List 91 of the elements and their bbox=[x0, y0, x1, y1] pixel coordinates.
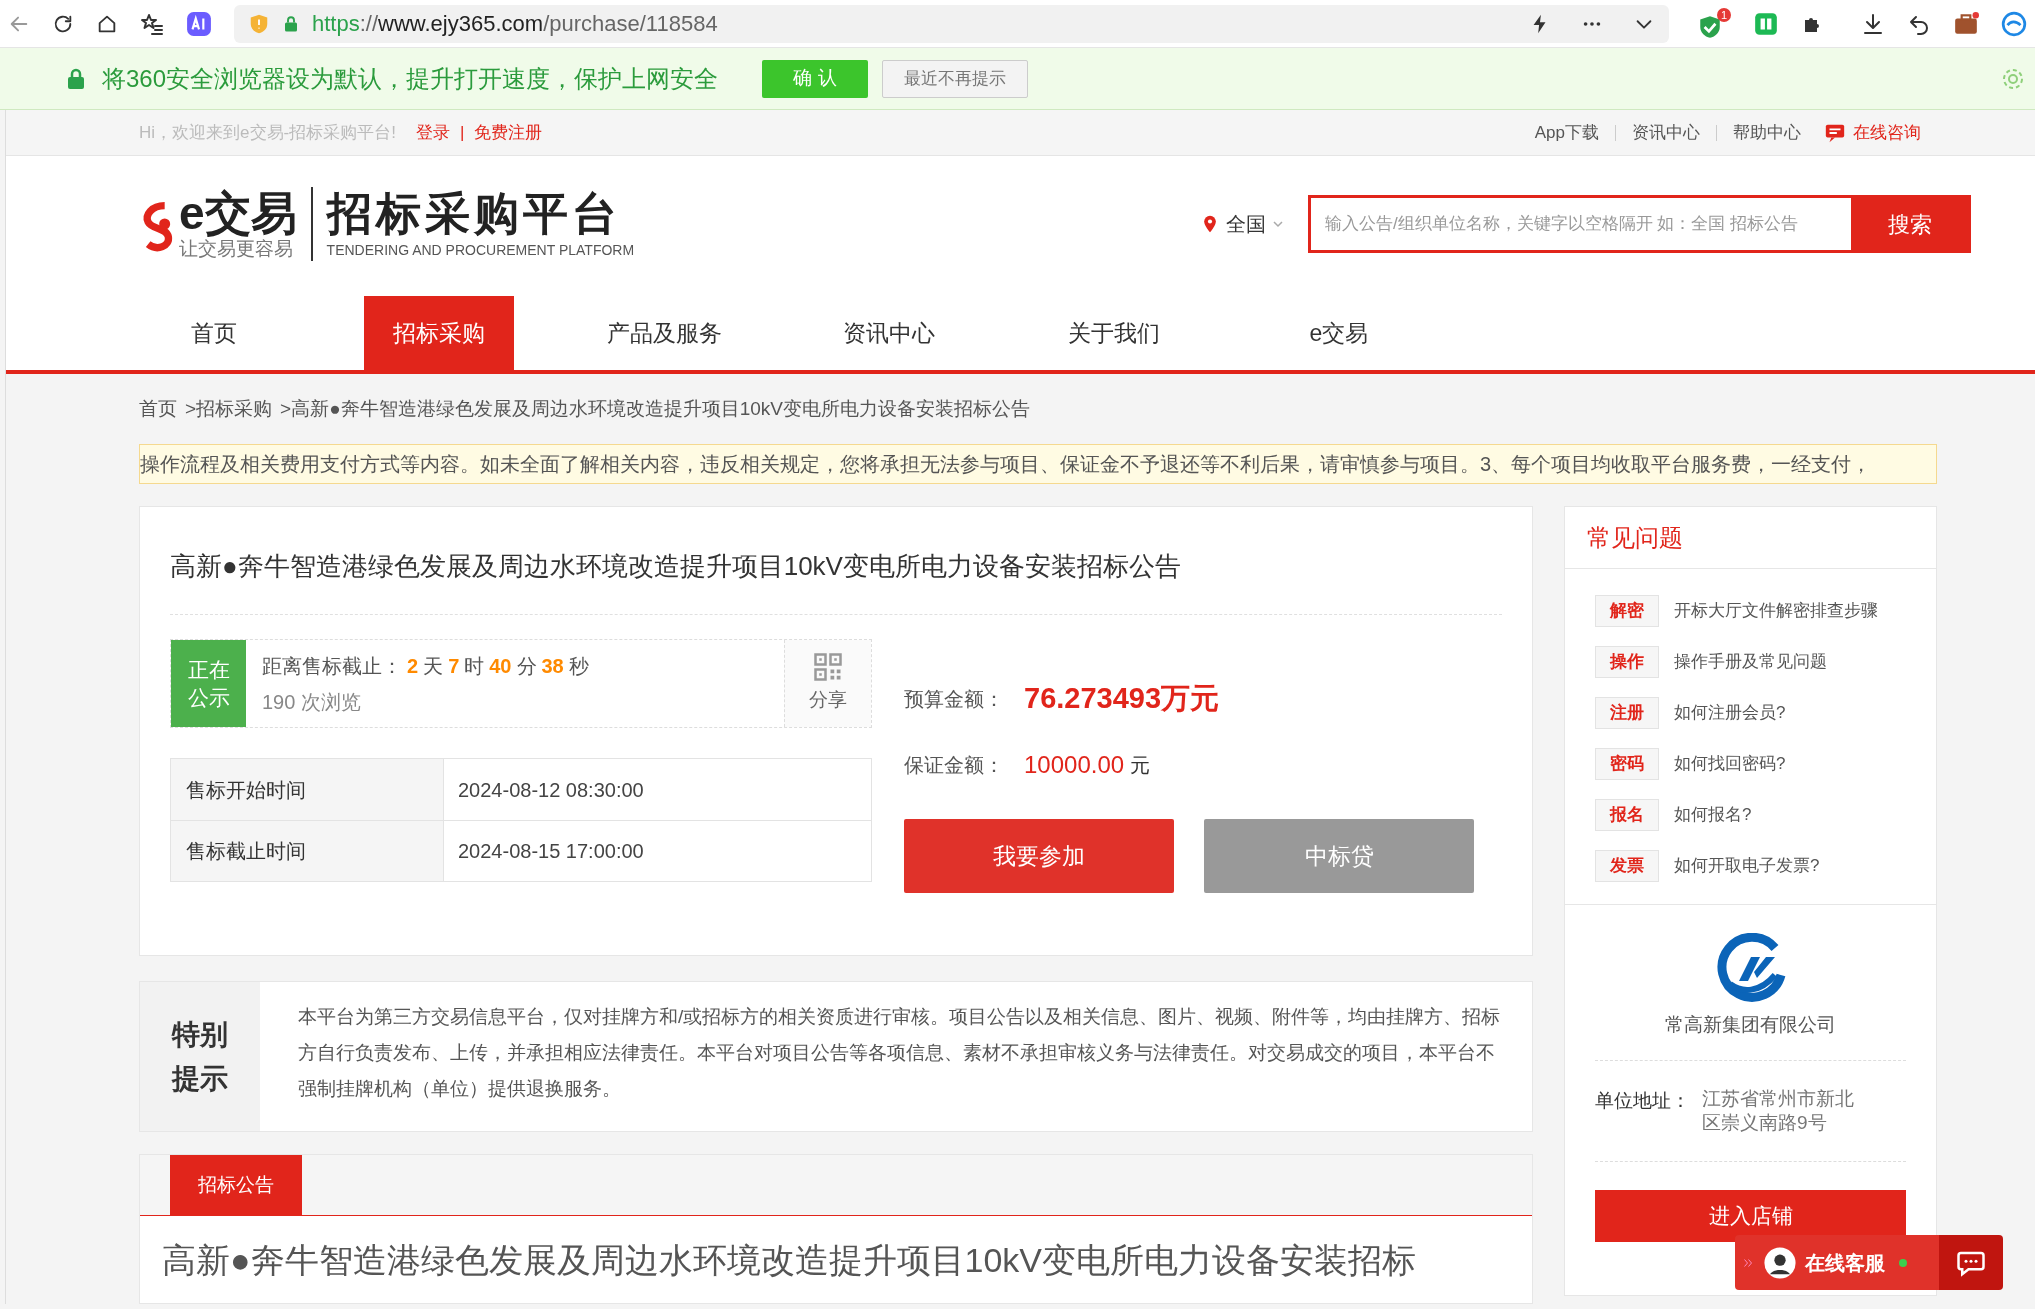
breadcrumb-link[interactable]: 招标采购 bbox=[196, 394, 273, 424]
faq-question: 如何找回密码? bbox=[1674, 753, 1786, 776]
dismiss-button[interactable]: 最近不再提示 bbox=[882, 59, 1029, 98]
nav-tab[interactable]: 首页 bbox=[139, 296, 289, 370]
address-bar[interactable]: https://www.ejy365.com/purchase/118584 bbox=[234, 4, 1669, 43]
download-icon[interactable] bbox=[1861, 11, 1885, 36]
notification-badge: 1 bbox=[1716, 7, 1731, 22]
location-selector[interactable]: 全国 bbox=[1226, 209, 1284, 239]
faq-item[interactable]: 发票 如何开取电子发票? bbox=[1595, 850, 1936, 882]
announcement-title: 高新●奔牛智造港绿色发展及周边水环境改造提升项目10kV变电所电力设备安装招标 bbox=[162, 1240, 1417, 1281]
join-button[interactable]: 我要参加 bbox=[904, 819, 1174, 893]
faq-tag: 解密 bbox=[1595, 595, 1659, 627]
search-field[interactable]: 输入公告/组织单位名称，关键字以空格隔开 如：全国 招标公告 搜索 bbox=[1308, 195, 1971, 253]
top-bar-link[interactable]: App下载 bbox=[1534, 119, 1599, 146]
faq-item[interactable]: 密码 如何找回密码? bbox=[1595, 748, 1936, 780]
online-service-button[interactable]: 在线客服 bbox=[1735, 1235, 1939, 1290]
briefcase-icon[interactable] bbox=[1953, 10, 1979, 37]
welcome-text: Hi，欢迎来到e交易-招标采购平台! bbox=[139, 121, 396, 144]
faq-item[interactable]: 解密 开标大厅文件解密排查步骤 bbox=[1595, 595, 1936, 627]
avatar-icon bbox=[1763, 1245, 1797, 1280]
book-icon[interactable] bbox=[1753, 10, 1779, 37]
address-text: 江苏省常州市新北区崇义南路9号 bbox=[1702, 1086, 1855, 1135]
breadcrumb-separator: > bbox=[185, 396, 197, 421]
search-button[interactable]: 搜索 bbox=[1851, 198, 1968, 250]
budget-label: 预算金额： bbox=[904, 687, 1005, 712]
table-cell: 售标截止时间 bbox=[171, 821, 444, 881]
nav-tab[interactable]: 资讯中心 bbox=[814, 296, 964, 370]
infobar-message: 将360安全浏览器设为默认，提升打开速度，保护上网安全 bbox=[102, 63, 719, 94]
faq-item[interactable]: 注册 如何注册会员? bbox=[1595, 697, 1936, 729]
table-cell-text: 2024-08-12 08:30:00 bbox=[457, 777, 645, 803]
deposit-value: 10000.00 bbox=[1024, 750, 1125, 780]
view-count: 190 次浏览 bbox=[262, 689, 362, 715]
browser-logo-icon[interactable] bbox=[2001, 10, 2027, 37]
announcement-tab[interactable]: 招标公告 bbox=[170, 1155, 302, 1215]
notice-ticker: 操作流程及相关费用支付方式等内容。如未全面了解相关内容，违反相关规定，您将承担无法参与项目、保证金不予退还等不利后果，请审慎参与项目。3、每个项目均收取平台服务费，一经支付， bbox=[139, 444, 1937, 484]
url-text[interactable]: https://www.ejy365.com/purchase/118584 bbox=[312, 7, 718, 40]
faq-question: 开标大厅文件解密排查步骤 bbox=[1674, 600, 1878, 623]
faq-question: 操作手册及常见问题 bbox=[1674, 651, 1827, 674]
address-label: 单位地址： bbox=[1595, 1088, 1690, 1113]
company-logo-icon bbox=[1714, 933, 1787, 1005]
top-bar-link[interactable]: 资讯中心 bbox=[1632, 119, 1700, 146]
faq-tag: 报名 bbox=[1595, 799, 1659, 831]
faq-question: 如何开取电子发票? bbox=[1674, 855, 1820, 878]
logo-slogan: 让交易更容易 bbox=[179, 238, 294, 260]
faq-question: 如何报名? bbox=[1674, 804, 1752, 827]
platform-name: 招标采购平台 bbox=[326, 188, 622, 240]
online-consult-link[interactable]: 在线咨询 bbox=[1853, 119, 1921, 146]
faq-tag: 注册 bbox=[1595, 697, 1659, 729]
top-bar-link[interactable]: 帮助中心 bbox=[1733, 119, 1801, 146]
budget-value: 76.273493万元 bbox=[1024, 681, 1220, 717]
project-title: 高新●奔牛智造港绿色发展及周边水环境改造提升项目10kV变电所电力设备安装招标公告 bbox=[170, 507, 1502, 615]
breadcrumb-separator: > bbox=[280, 396, 292, 421]
countdown-text: 距离售标截止： 2 天 7 时 40 分 38 秒 bbox=[262, 653, 590, 679]
platform-name-english: TENDERING AND PROCUREMENT PLATFORM bbox=[326, 241, 635, 260]
faq-item[interactable]: 操作 操作手册及常见问题 bbox=[1595, 646, 1936, 678]
table-cell: 售标开始时间 bbox=[171, 759, 444, 820]
nav-tab[interactable]: 关于我们 bbox=[1039, 296, 1189, 370]
shield-extension-icon[interactable]: 1 bbox=[1697, 7, 1731, 40]
nav-tab[interactable]: 产品及服务 bbox=[589, 296, 739, 370]
deposit-unit: 元 bbox=[1130, 753, 1151, 778]
faq-tag: 发票 bbox=[1595, 850, 1659, 882]
faq-tag: 操作 bbox=[1595, 646, 1659, 678]
chevron-down-icon bbox=[1272, 218, 1284, 230]
separator-text: | bbox=[459, 121, 465, 144]
star-list-icon[interactable] bbox=[140, 11, 164, 36]
chat-button[interactable] bbox=[1939, 1235, 2003, 1290]
ai-icon[interactable] bbox=[186, 10, 212, 37]
shield-icon bbox=[248, 12, 270, 35]
breadcrumb-link[interactable]: 首页 bbox=[139, 394, 177, 424]
table-cell-text: 2024-08-15 17:00:00 bbox=[457, 839, 645, 864]
faq-question: 如何注册会员? bbox=[1674, 702, 1786, 725]
nav-tab[interactable]: 招标采购 bbox=[364, 296, 514, 370]
enter-store-button[interactable]: 进入店铺 bbox=[1595, 1189, 1906, 1242]
company-name: 常高新集团有限公司 bbox=[1665, 1013, 1836, 1037]
login-link[interactable]: 登录 bbox=[415, 119, 450, 146]
lock-icon bbox=[282, 14, 300, 33]
special-notice-text: 本平台为第三方交易信息平台，仅对挂牌方和/或招标方的相关资质进行审核。项目公告以及相关信息、图片、视频、附件等，均由挂牌方、招标方自行负责发布、上传，并承担相应法律责任。本平台对项目公告等各项信息、素材不承担审核义务与法律责任。对交易成交的项目，本平台不强制挂牌机构（单位）提供退换服务。 bbox=[297, 1005, 1502, 1101]
faq-item[interactable]: 报名 如何报名? bbox=[1595, 799, 1936, 831]
shield-check-icon bbox=[1697, 13, 1723, 40]
nav-tab[interactable]: e交易 bbox=[1264, 296, 1414, 370]
deposit-label: 保证金额： bbox=[904, 753, 1005, 778]
faq-tag: 密码 bbox=[1595, 748, 1659, 780]
status-badge: 正在公示 bbox=[171, 640, 246, 727]
qr-code-icon bbox=[813, 652, 843, 683]
breadcrumb-link[interactable]: 高新●奔牛智造港绿色发展及周边水环境改造提升项目10kV变电所电力设备安装招标公告 bbox=[291, 394, 1030, 424]
logo-name: e交易 bbox=[179, 188, 297, 238]
faq-title: 常见问题 bbox=[1587, 522, 1683, 553]
online-service-label: 在线客服 bbox=[1805, 1250, 1885, 1276]
special-notice-title: 特别提示 bbox=[172, 1017, 228, 1096]
register-link[interactable]: 免费注册 bbox=[474, 119, 543, 146]
share-button[interactable]: 分享 bbox=[784, 640, 871, 727]
